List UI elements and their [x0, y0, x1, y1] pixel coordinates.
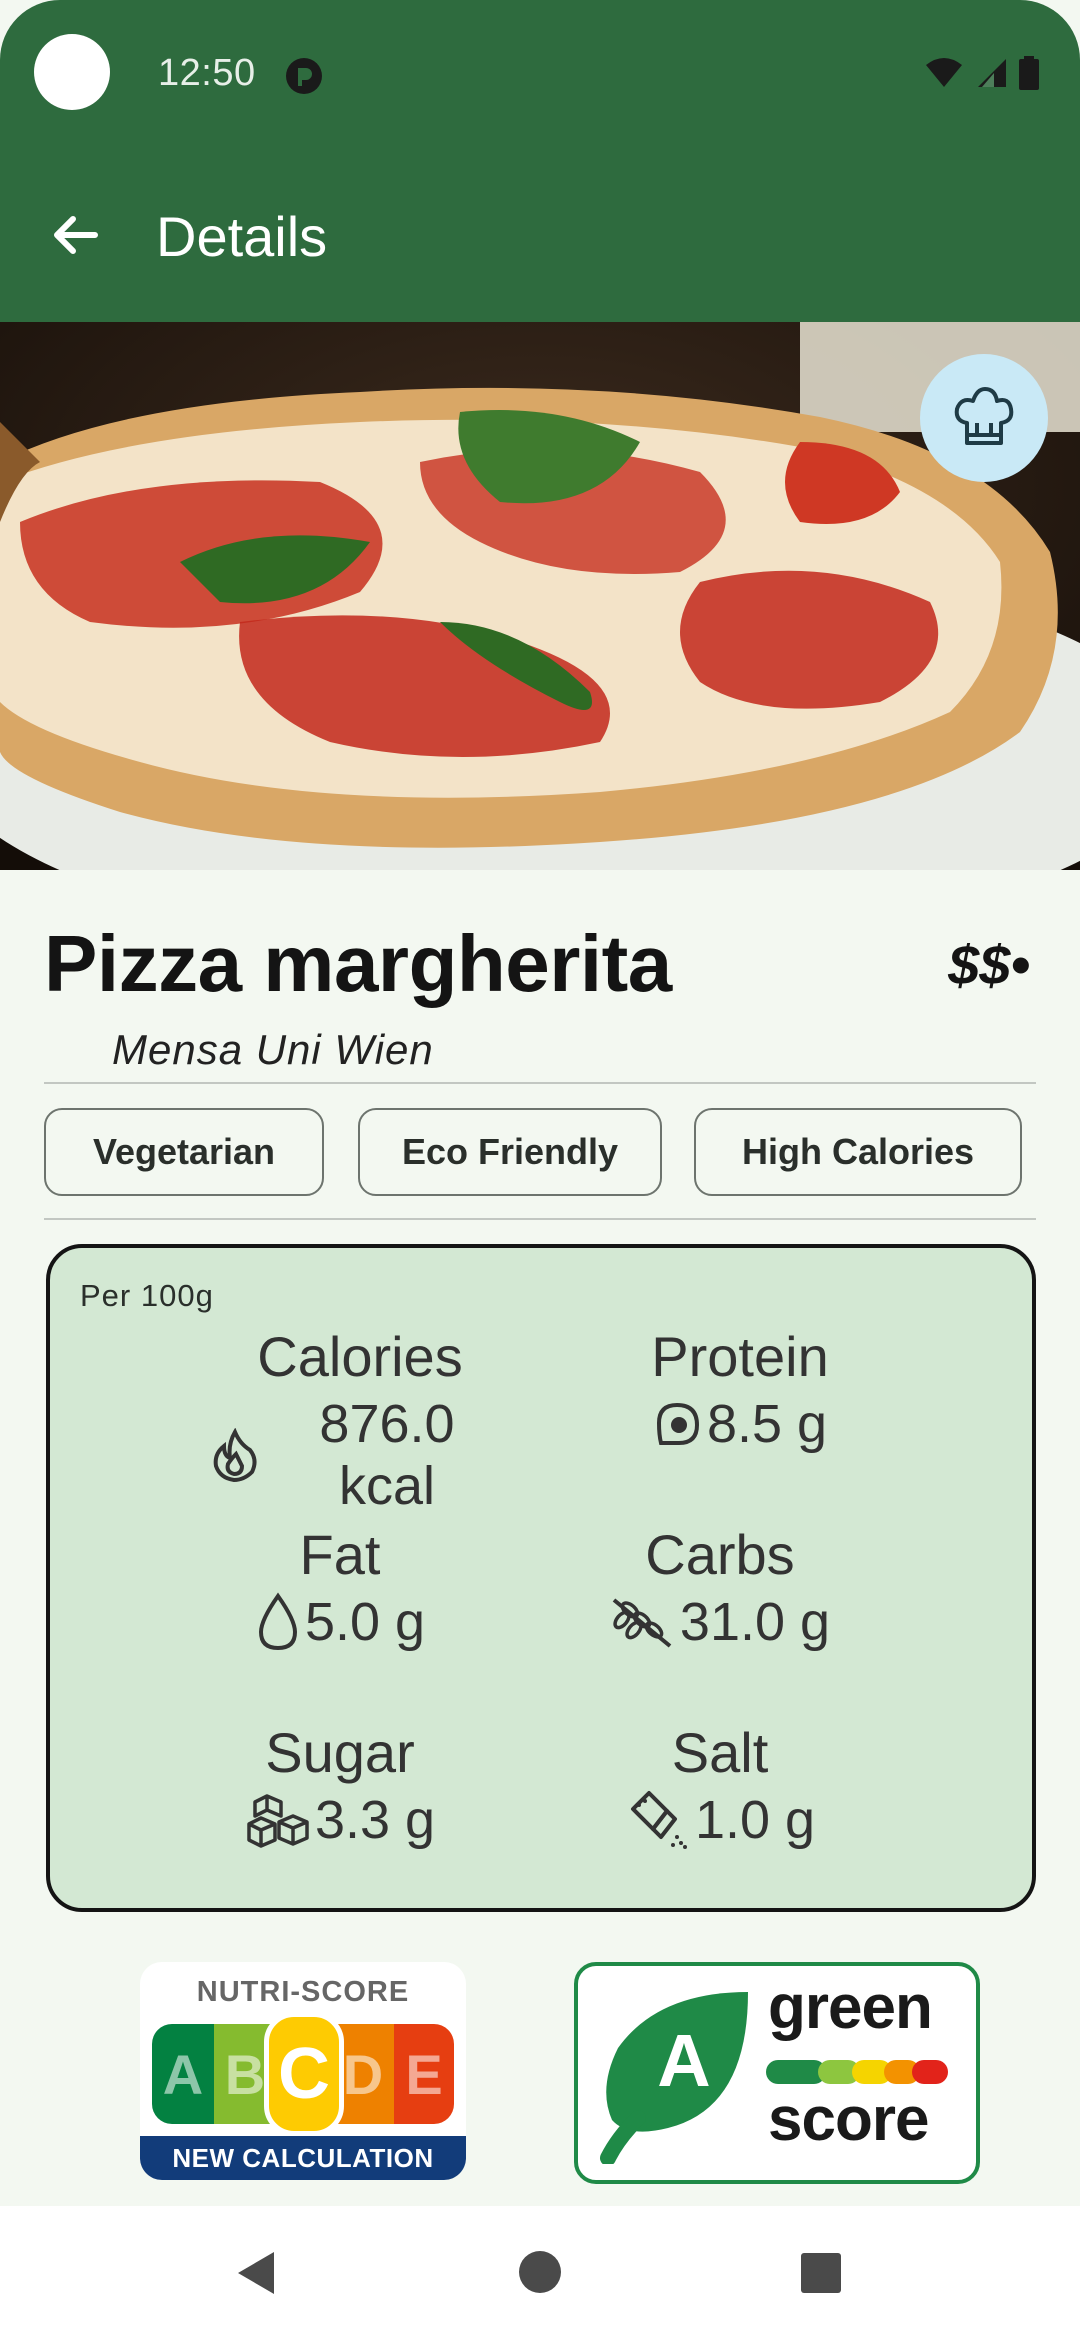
tag-vegetarian[interactable]: Vegetarian — [44, 1108, 324, 1196]
status-bar: 12:50 — [0, 0, 1080, 150]
restaurant-name: Mensa Uni Wien — [112, 1026, 434, 1073]
nutrition-card: Per 100g Calories 876.0 kcal Protein 8.5… — [46, 1244, 1036, 1912]
camera-cutout — [34, 34, 110, 110]
page-title: Details — [156, 205, 328, 268]
nutri-grade-a: A — [152, 2024, 214, 2124]
green-score-badge[interactable]: A green score — [574, 1962, 980, 2184]
nutrient-carbs: Carbs 31.0 g — [570, 1522, 870, 1653]
nutrient-label: Carbs — [645, 1523, 795, 1586]
nutri-score-footer: NEW CALCULATION — [140, 2136, 466, 2180]
nutrient-label: Salt — [671, 1721, 769, 1784]
protein-icon — [656, 1402, 699, 1445]
nutrient-value: 31.0 g — [679, 1592, 831, 1652]
price-level: $$• — [948, 933, 1030, 996]
nav-back-icon[interactable] — [234, 2248, 278, 2298]
nutrient-value: 1.0 g — [694, 1790, 816, 1850]
nutrient-label: Calories — [257, 1325, 463, 1388]
drop-icon — [258, 1592, 297, 1651]
sugar-cubes-icon — [247, 1794, 309, 1848]
nutri-grade-c-active: C — [264, 2012, 344, 2136]
wheat-icon — [612, 1598, 672, 1648]
green-score-word-bottom: score — [768, 2085, 929, 2154]
tag-list: Vegetarian Eco Friendly High Calories — [44, 1108, 1036, 1196]
divider — [44, 1218, 1036, 1220]
nutrient-protein: Protein 8.5 g — [610, 1324, 870, 1455]
flame-icon — [213, 1428, 257, 1482]
divider — [44, 1082, 1036, 1084]
chef-hat-icon — [954, 387, 1014, 445]
tag-eco-friendly[interactable]: Eco Friendly — [358, 1108, 662, 1196]
nutrient-value: 8.5 g — [706, 1394, 828, 1454]
pizza-image — [0, 322, 1080, 870]
nutrient-value: 876.0 kcal — [319, 1394, 455, 1516]
wifi-icon — [926, 58, 962, 87]
salt-shaker-icon — [630, 1791, 687, 1849]
green-score-word-top: green — [768, 1973, 933, 2042]
score-badges: NUTRI-SCORE A B D E C NEW CALCULATION A … — [0, 1962, 1080, 2184]
nutri-score-badge[interactable]: NUTRI-SCORE A B D E C NEW CALCULATION — [140, 1962, 466, 2180]
nav-home-icon[interactable] — [518, 2250, 562, 2294]
chef-button[interactable] — [920, 354, 1048, 482]
tag-high-calories[interactable]: High Calories — [694, 1108, 1022, 1196]
nav-recents-icon[interactable] — [800, 2252, 842, 2294]
nutri-grade-e: E — [394, 2024, 454, 2124]
nutrient-value: 3.3 g — [314, 1790, 436, 1850]
green-score-grade: A — [657, 2019, 711, 2102]
notification-app-icon — [286, 58, 322, 94]
nutrient-salt: Salt 1.0 g — [570, 1720, 870, 1851]
nutrient-fat: Fat 5.0 g — [190, 1522, 490, 1653]
dish-name: Pizza margherita — [44, 919, 672, 1008]
nutrient-label: Sugar — [265, 1721, 415, 1784]
nutrient-calories: Calories 876.0 kcal — [210, 1324, 510, 1517]
nutrient-label: Protein — [651, 1325, 829, 1388]
system-navigation-bar — [0, 2206, 1080, 2340]
back-button[interactable] — [40, 200, 110, 270]
status-time: 12:50 — [158, 52, 256, 94]
per-amount: Per 100g — [80, 1278, 214, 1313]
app-bar: Details — [0, 180, 1080, 290]
nutrient-label: Fat — [299, 1523, 381, 1586]
nutrient-sugar: Sugar 3.3 g — [190, 1720, 490, 1851]
nutrient-value: 5.0 g — [304, 1592, 426, 1652]
arrow-back-icon — [54, 216, 98, 254]
battery-icon — [1019, 56, 1039, 90]
cell-signal-icon — [978, 59, 1006, 87]
details-content: Pizza margherita $$• Mensa Uni Wien Vege… — [0, 870, 1080, 2206]
green-score-scale — [766, 2060, 948, 2084]
dish-photo — [0, 322, 1080, 870]
nutri-score-title: NUTRI-SCORE — [196, 1976, 410, 2008]
